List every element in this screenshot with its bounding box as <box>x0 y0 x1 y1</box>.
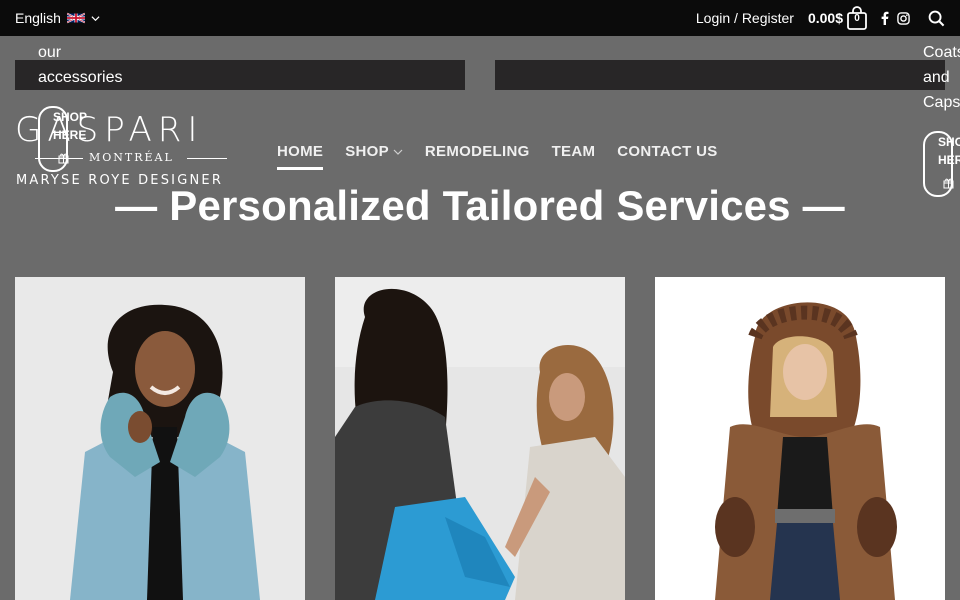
top-bar: English Login / Register 0.00$ 0 <box>0 0 960 36</box>
promo-text-right: Coats and Caps <box>923 40 960 115</box>
nav-item-label: REMODELING <box>424 143 530 160</box>
brown-fur-coat-photo <box>655 277 945 600</box>
nav-item-remodeling[interactable]: REMODELING <box>425 143 530 170</box>
cart-button[interactable]: 0 <box>847 6 867 30</box>
button-label-line: SHO <box>938 135 960 149</box>
chevron-down-icon <box>393 149 403 155</box>
language-selector[interactable]: English <box>15 10 100 26</box>
promo-text-left: our accessories <box>38 40 122 90</box>
logo-wordmark: GASPARI <box>15 110 204 150</box>
search-icon[interactable] <box>928 10 945 27</box>
promo-text-line: Coats <box>923 44 960 61</box>
promo-text-line: our <box>38 44 62 61</box>
shop-here-label-right: SHO HER <box>938 133 960 169</box>
language-label: English <box>15 10 61 26</box>
logo-divider <box>187 158 227 159</box>
promo-banner-right <box>495 60 945 90</box>
nav-item-shop[interactable]: SHOP <box>345 143 403 170</box>
nav-item-home[interactable]: HOME <box>277 143 324 170</box>
cart-total[interactable]: 0.00$ <box>808 10 843 26</box>
uk-flag-icon <box>66 12 85 24</box>
service-card-tailoring[interactable] <box>335 277 625 600</box>
logo-city: MONTRÉAL <box>89 151 174 164</box>
promo-text-line: Caps <box>923 94 960 111</box>
service-card-brown-fur-coat[interactable] <box>655 277 945 600</box>
light-blue-coat-photo <box>15 277 305 600</box>
service-card-light-blue-coat[interactable] <box>15 277 305 600</box>
facebook-icon[interactable] <box>881 11 889 25</box>
nav-item-contact-us[interactable]: CONTACT US <box>617 143 717 170</box>
promo-text-line: and <box>923 69 950 86</box>
page-heading: — Personalized Tailored Services — <box>115 182 845 229</box>
logo-divider <box>35 158 83 159</box>
nav-item-label: TEAM <box>551 143 596 160</box>
chevron-down-icon <box>91 15 100 21</box>
cart-count: 0 <box>854 13 860 24</box>
promo-text-line: accessories <box>38 69 123 86</box>
site-logo[interactable]: GASPARI MONTRÉAL MARYSE ROYE DESIGNER <box>15 112 250 192</box>
nav-item-label: CONTACT US <box>617 143 718 160</box>
main-navigation: HOME SHOP REMODELING TEAM CONTACT US <box>277 143 718 170</box>
button-label-line: HER <box>938 153 960 167</box>
nav-item-team[interactable]: TEAM <box>552 143 596 170</box>
nav-item-label: SHOP <box>345 143 389 160</box>
nav-item-label: HOME <box>277 143 324 160</box>
tailoring-photo <box>335 277 625 600</box>
instagram-icon[interactable] <box>897 11 910 25</box>
login-register-link[interactable]: Login / Register <box>696 10 794 26</box>
